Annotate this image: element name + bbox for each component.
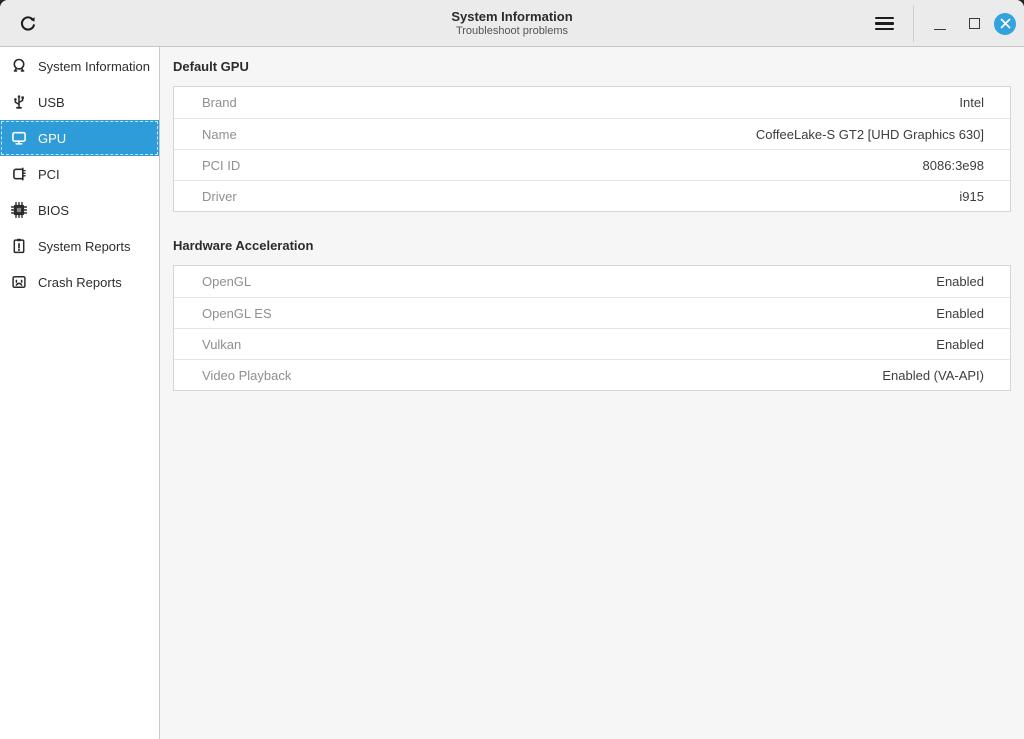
minimize-icon	[934, 29, 946, 30]
maximize-button[interactable]	[960, 10, 988, 38]
row-label: Vulkan	[174, 337, 241, 352]
sidebar-item-gpu[interactable]: GPU	[0, 120, 159, 156]
table-row: PCI ID 8086:3e98	[174, 149, 1010, 180]
info-table: Brand Intel Name CoffeeLake-S GT2 [UHD Grap…	[173, 86, 1011, 212]
row-value: CoffeeLake-S GT2 [UHD Graphics 630]	[756, 127, 1010, 142]
sidebar-item-label: USB	[38, 95, 65, 110]
table-row: Driver i915	[174, 180, 1010, 211]
menu-icon	[875, 17, 894, 31]
pci-card-icon	[10, 165, 28, 183]
row-value: Enabled	[936, 337, 1010, 352]
sidebar-item-usb[interactable]: USB	[0, 84, 159, 120]
sidebar-item-crash-reports[interactable]: Crash Reports	[0, 264, 159, 300]
refresh-button[interactable]	[10, 6, 46, 42]
sidebar-item-bios[interactable]: BIOS	[0, 192, 159, 228]
maximize-icon	[969, 18, 980, 29]
window-subtitle: Troubleshoot problems	[456, 24, 568, 38]
section-title: Default GPU	[173, 59, 1011, 74]
close-button[interactable]	[994, 13, 1016, 35]
sidebar-item-label: System Reports	[38, 239, 130, 254]
row-label: Video Playback	[174, 368, 291, 383]
row-value: Enabled	[936, 306, 1010, 321]
row-label: Driver	[174, 189, 237, 204]
row-value: Enabled (VA-API)	[882, 368, 1010, 383]
sidebar-item-pci[interactable]: PCI	[0, 156, 159, 192]
minimize-button[interactable]	[926, 10, 954, 38]
titlebar: System Information Troubleshoot problems	[0, 0, 1024, 47]
row-value: Enabled	[936, 274, 1010, 289]
sidebar: System Information USB GPU PCI BIOS System Re…	[0, 47, 160, 739]
window-title: System Information	[451, 9, 572, 24]
crash-icon	[10, 273, 28, 291]
sidebar-item-label: Crash Reports	[38, 275, 122, 290]
usb-icon	[10, 93, 28, 111]
sidebar-item-label: PCI	[38, 167, 60, 182]
section-hardware-acceleration: Hardware AccelerationOpenGLEnabledOpenGL…	[173, 238, 1011, 391]
chip-icon	[10, 201, 28, 219]
row-label: Name	[174, 127, 237, 142]
app-window: System Information Troubleshoot problems	[0, 0, 1024, 739]
menu-button[interactable]	[867, 7, 901, 41]
lightbulb-icon	[10, 57, 28, 75]
row-value: Intel	[959, 95, 1010, 110]
sidebar-item-label: System Information	[38, 59, 150, 74]
refresh-icon	[18, 14, 38, 34]
row-value: 8086:3e98	[923, 158, 1010, 173]
table-row: OpenGL ES Enabled	[174, 297, 1010, 328]
titlebar-separator	[913, 6, 914, 42]
info-table: OpenGL Enabled OpenGL ES Enabled Vulkan Enabl…	[173, 265, 1011, 391]
close-icon	[1000, 18, 1011, 29]
table-row: OpenGL Enabled	[174, 266, 1010, 297]
sidebar-item-label: BIOS	[38, 203, 69, 218]
section-default-gpu: Default GPU Brand Intel Name CoffeeLake-S GT…	[173, 59, 1011, 212]
table-row: Brand Intel	[174, 87, 1010, 118]
row-label: OpenGL	[174, 274, 251, 289]
sidebar-item-system-information[interactable]: System Information	[0, 48, 159, 84]
sidebar-item-system-reports[interactable]: System Reports	[0, 228, 159, 264]
section-title: Hardware Acceleration	[173, 238, 1011, 253]
table-row: Vulkan Enabled	[174, 328, 1010, 359]
row-value: i915	[959, 189, 1010, 204]
display-icon	[10, 129, 28, 147]
row-label: OpenGL ES	[174, 306, 272, 321]
row-label: Brand	[174, 95, 237, 110]
table-row: Video Playback Enabled (VA-API)	[174, 359, 1010, 390]
main-content: Default GPU Brand Intel Name CoffeeLake-S GT…	[160, 47, 1024, 739]
report-icon	[10, 237, 28, 255]
sidebar-item-label: GPU	[38, 131, 66, 146]
table-row: Name CoffeeLake-S GT2 [UHD Graphics 630]	[174, 118, 1010, 149]
row-label: PCI ID	[174, 158, 240, 173]
